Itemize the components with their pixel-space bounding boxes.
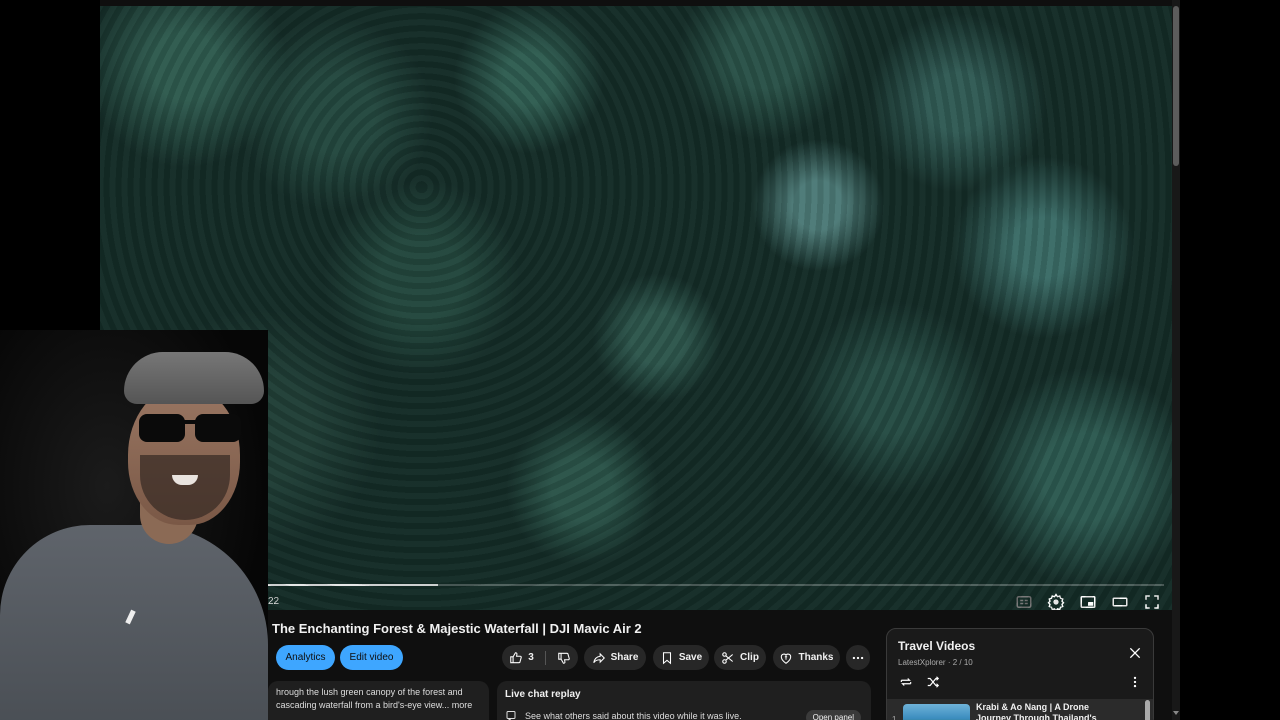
playlist-position: 2 / 10 [952,658,973,667]
time-display: 22 [268,596,280,607]
description-box[interactable]: hrough the lush green canopy of the fore… [268,681,489,720]
subtitles-icon[interactable] [1012,592,1036,610]
video-title: The Enchanting Forest & Majestic Waterfa… [272,621,642,636]
save-label: Save [678,652,703,663]
like-dislike-group: 3 [502,645,578,670]
chat-subtitle: See what others said about this video wh… [525,711,742,720]
playlist-item-thumbnail [903,704,970,720]
fullscreen-icon[interactable] [1140,592,1164,610]
thumbs-up-icon [510,651,522,663]
share-label: Share [610,652,639,663]
shuffle-icon[interactable] [925,675,941,689]
theater-mode-icon[interactable] [1108,592,1132,610]
scroll-down-arrow-icon[interactable] [1172,708,1180,718]
divider [544,650,546,665]
analytics-button[interactable]: Analytics [276,645,335,670]
edit-video-button[interactable]: Edit video [340,645,403,670]
chat-title: Live chat replay [505,689,581,700]
like-count: 3 [528,652,534,663]
playlist-title[interactable]: Travel Videos [898,639,975,653]
loop-icon[interactable] [898,675,914,689]
page-scrollbar[interactable] [1172,0,1180,720]
bookmark-icon [662,651,671,664]
player-controls [1012,592,1164,610]
live-chat-replay-box: Live chat replay See what others said ab… [497,681,871,720]
playlist-meta: LatestXplorer · 2 / 10 [898,658,973,667]
share-button[interactable]: Share [584,645,646,670]
thanks-button[interactable]: Thanks [773,645,840,670]
webcam-overlay [0,330,268,720]
close-icon[interactable] [1127,645,1143,661]
thumbs-down-icon[interactable] [557,651,571,665]
progress-bar[interactable] [268,584,1164,586]
playlist-panel: Travel Videos LatestXplorer · 2 / 10 1 K… [886,628,1154,720]
open-panel-button[interactable]: Open panel [805,710,861,720]
playlist-item-index: 1 [892,715,897,720]
presenter-shirt [0,525,268,720]
scissors-icon [722,651,734,664]
thanks-label: Thanks [798,652,834,663]
chat-row: See what others said about this video wh… [505,710,742,720]
description-line: hrough the lush green canopy of the fore… [276,687,463,697]
thanks-heart-icon [781,653,792,664]
scrollbar-thumb[interactable] [1173,6,1179,166]
like-button[interactable]: 3 [509,651,534,665]
more-horizontal-icon [852,656,864,659]
playlist-item-title: Krabi & Ao Nang | A Drone Journey Throug… [976,702,1097,720]
playlist-item[interactable]: 1 Krabi & Ao Nang | A Drone Journey Thro… [887,699,1153,720]
more-actions-button[interactable] [846,645,870,670]
miniplayer-icon[interactable] [1076,592,1100,610]
description-line: cascading waterfall from a bird's-eye vi… [276,699,473,710]
save-button[interactable]: Save [653,645,709,670]
clip-label: Clip [740,652,759,663]
playlist-scrollbar[interactable] [1145,700,1150,720]
presenter-cap [124,352,264,404]
share-icon [592,652,605,663]
sunglasses-icon [139,414,241,442]
progress-played [268,584,439,586]
more-vertical-icon[interactable] [1129,675,1141,689]
clip-button[interactable]: Clip [714,645,766,670]
settings-icon[interactable] [1044,592,1068,610]
chat-icon [506,711,516,720]
playlist-channel[interactable]: LatestXplorer [898,658,946,667]
